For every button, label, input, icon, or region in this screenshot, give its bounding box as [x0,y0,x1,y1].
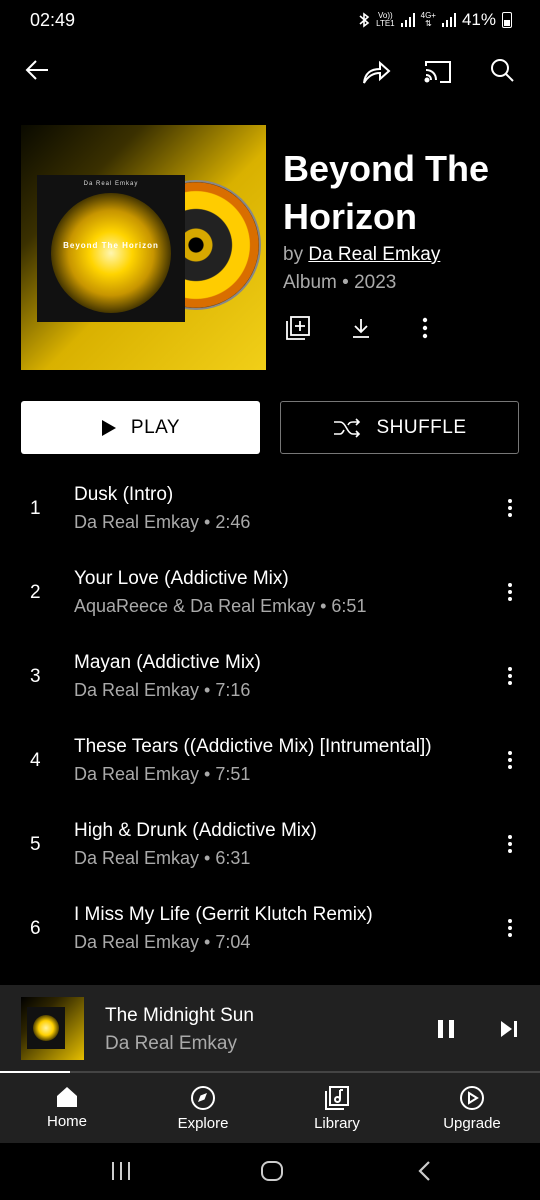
search-icon[interactable] [482,50,522,90]
cast-icon[interactable] [418,52,458,92]
recents-icon[interactable] [101,1151,141,1191]
back-arrow-icon[interactable] [17,50,57,90]
track-more-icon[interactable] [500,748,520,772]
track-number: 2 [30,582,41,603]
upgrade-icon [460,1086,484,1110]
track-number: 3 [30,666,41,687]
network-type: 4G+ ⇅ [420,11,436,28]
by-prefix: by [283,244,304,265]
album-meta: Album • 2023 [283,272,397,293]
track-title: Dusk (Intro) [74,484,174,505]
nav-home-label: Home [46,1113,87,1130]
track-row[interactable]: 6 I Miss My Life (Gerrit Klutch Remix) D… [0,888,540,972]
skip-next-icon[interactable] [489,1009,529,1049]
track-more-icon[interactable] [500,916,520,940]
track-more-icon[interactable] [500,664,520,688]
battery-icon [502,12,512,28]
shuffle-label: SHUFFLE [376,416,467,438]
track-subtitle: Da Real Emkay • 7:04 [74,932,251,952]
download-icon[interactable] [341,308,381,348]
system-home-icon[interactable] [252,1151,292,1191]
compass-icon [191,1086,215,1110]
share-icon[interactable] [356,52,396,92]
track-list: 1 Dusk (Intro) Da Real Emkay • 2:46 2 Yo… [0,468,540,972]
battery-percent: 41% [461,10,496,29]
status-icons: Vo)) LTE1 4G+ ⇅ 41% [358,10,512,30]
track-title: Your Love (Addictive Mix) [74,568,289,589]
system-back-icon[interactable] [404,1151,444,1191]
pause-icon[interactable] [426,1009,466,1049]
track-subtitle: Da Real Emkay • 6:31 [74,848,251,868]
track-subtitle: Da Real Emkay • 7:51 [74,764,251,784]
track-subtitle: Da Real Emkay • 7:16 [74,680,251,700]
track-row[interactable]: 1 Dusk (Intro) Da Real Emkay • 2:46 [0,468,540,552]
play-label: PLAY [130,416,181,438]
shuffle-button[interactable]: SHUFFLE [280,401,519,454]
now-playing-thumbnail [21,997,84,1060]
album-artist-link[interactable]: Da Real Emkay [308,244,440,265]
track-subtitle: Da Real Emkay • 2:46 [74,512,251,532]
album-sleeve: Da Real Emkay Beyond The Horizon [37,175,185,322]
nav-upgrade-label: Upgrade [443,1115,501,1132]
track-row[interactable]: 2 Your Love (Addictive Mix) AquaReece & … [0,552,540,636]
now-playing-artist: Da Real Emkay [105,1033,237,1054]
track-number: 4 [30,750,41,771]
bluetooth-icon [359,12,370,28]
track-title: High & Drunk (Addictive Mix) [74,820,317,841]
track-number: 1 [30,498,41,519]
album-artist-line: by Da Real Emkay [283,244,440,266]
nav-upgrade[interactable]: Upgrade [417,1081,527,1141]
album-cover: Da Real Emkay Beyond The Horizon [21,125,266,370]
status-time: 02:49 [30,10,76,30]
volte-indicator: Vo)) LTE1 [376,11,395,28]
track-row[interactable]: 4 These Tears ((Addictive Mix) [Intrumen… [0,720,540,804]
play-button[interactable]: PLAY [21,401,260,454]
nav-home[interactable]: Home [12,1081,122,1141]
signal-icon-2 [441,13,456,27]
track-more-icon[interactable] [500,832,520,856]
track-row[interactable]: 3 Mayan (Addictive Mix) Da Real Emkay • … [0,636,540,720]
bottom-navigation: Home Explore Library Upgrade [0,1073,540,1143]
album-actions [283,312,443,344]
shuffle-icon [334,417,361,438]
nav-library-label: Library [314,1115,360,1132]
nav-explore[interactable]: Explore [148,1081,258,1141]
home-icon [57,1087,77,1107]
now-playing-title: The Midnight Sun [105,1005,254,1026]
track-number: 5 [30,834,41,855]
add-to-library-icon[interactable] [278,308,318,348]
track-row[interactable]: 5 High & Drunk (Addictive Mix) Da Real E… [0,804,540,888]
track-title: These Tears ((Addictive Mix) [Intrumenta… [74,736,432,757]
cover-art-circle [51,193,171,313]
more-vert-icon[interactable] [405,308,445,348]
status-bar: 02:49 Vo)) LTE1 4G+ ⇅ 41% [0,0,540,40]
signal-icon [400,13,415,27]
cover-artist-text: Da Real Emkay [83,181,139,187]
nav-library[interactable]: Library [282,1081,392,1141]
play-icon [101,419,116,436]
track-more-icon[interactable] [500,580,520,604]
track-number: 6 [30,918,41,939]
top-app-bar [0,48,540,96]
nav-explore-label: Explore [177,1115,229,1132]
library-icon [325,1086,349,1110]
cover-title-text: Beyond The Horizon [63,241,159,250]
track-subtitle: AquaReece & Da Real Emkay • 6:51 [74,596,367,616]
track-title: I Miss My Life (Gerrit Klutch Remix) [74,904,373,925]
mini-player[interactable]: The Midnight Sun Da Real Emkay [0,985,540,1073]
system-nav-bar [0,1143,540,1200]
track-more-icon[interactable] [500,496,520,520]
track-title: Mayan (Addictive Mix) [74,652,261,673]
album-title: Beyond The Horizon [283,148,490,237]
